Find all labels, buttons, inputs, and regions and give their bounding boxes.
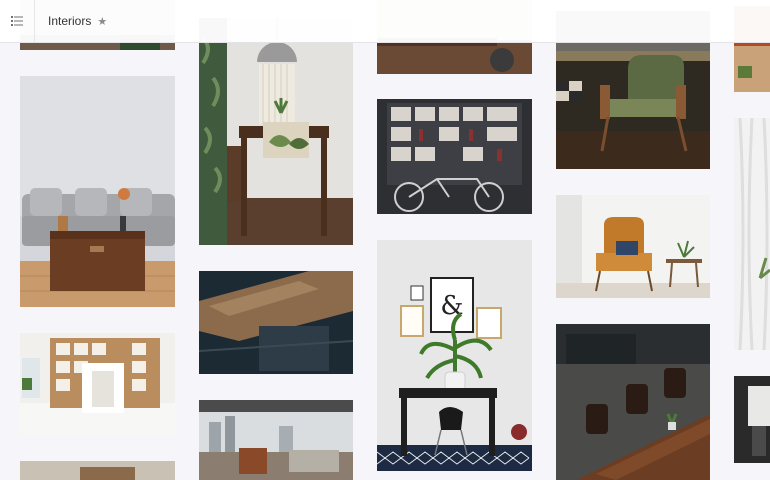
photo-floral-armchair[interactable]: [556, 195, 710, 298]
photo-city-view-lounge[interactable]: [199, 400, 353, 480]
photo-dining-table-macrame[interactable]: [199, 18, 353, 245]
board-title-group: Interiors ★: [48, 0, 107, 42]
photo-white-curtains[interactable]: [734, 118, 770, 350]
star-icon[interactable]: ★: [97, 15, 107, 28]
board-title: Interiors: [48, 14, 92, 28]
menu-button[interactable]: [0, 0, 35, 42]
photo-white-room-shelves[interactable]: [20, 333, 175, 435]
photo-dark-wood-chair[interactable]: [199, 271, 353, 374]
photo-dark-room-cropped[interactable]: [734, 376, 770, 463]
list-menu-icon: [11, 16, 23, 26]
photo-console-table-art[interactable]: &: [377, 240, 532, 471]
photo-bookshelf-bicycle[interactable]: [377, 99, 532, 214]
top-bar: Interiors ★: [0, 0, 770, 43]
photo-living-room-sofa[interactable]: [20, 76, 175, 307]
photo-long-dining-table[interactable]: [556, 324, 710, 480]
photo-bottom-cropped-1[interactable]: [20, 461, 175, 480]
